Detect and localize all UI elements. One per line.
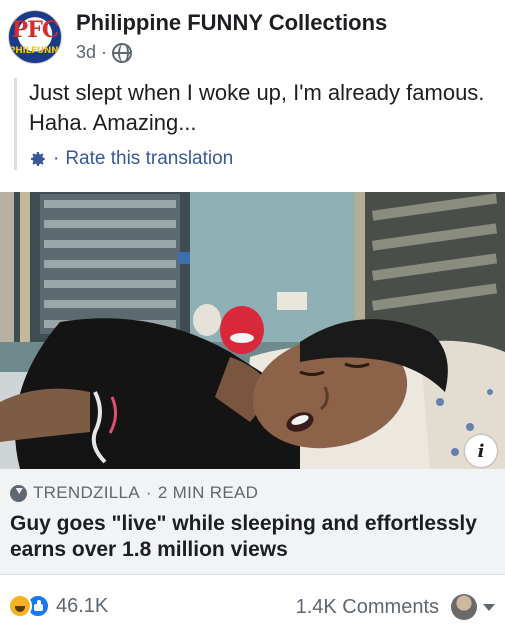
- chevron-down-icon[interactable]: [483, 604, 495, 611]
- post-time[interactable]: 3d: [76, 42, 96, 63]
- gear-icon[interactable]: [29, 150, 47, 168]
- lightning-icon: [10, 484, 27, 502]
- read-time: 2 MIN READ: [157, 483, 259, 502]
- page-name-link[interactable]: Philippine FUNNY Collections: [76, 10, 387, 36]
- post-meta: 3d ·: [76, 42, 133, 63]
- commenter-avatar[interactable]: [451, 594, 477, 620]
- link-preview-image[interactable]: i: [0, 192, 505, 469]
- link-source: TRENDZILLA: [33, 483, 140, 502]
- rate-translation-link[interactable]: Rate this translation: [65, 148, 233, 170]
- rate-translation-row: · Rate this translation: [29, 148, 494, 170]
- meta-separator: ·: [101, 42, 108, 62]
- source-separator: ·: [145, 483, 152, 502]
- avatar-monogram: PFC: [11, 17, 60, 43]
- reactions-summary[interactable]: 46.1K: [8, 594, 108, 618]
- link-source-row: TRENDZILLA · 2 MIN READ: [10, 483, 258, 503]
- info-button[interactable]: i: [465, 435, 497, 467]
- haha-icon: [8, 594, 32, 618]
- link-headline[interactable]: Guy goes "live" while sleeping and effor…: [10, 511, 500, 563]
- globe-icon: [112, 42, 133, 63]
- comments-count-link[interactable]: 1.4K Comments: [296, 596, 439, 619]
- reaction-count: 46.1K: [56, 594, 109, 617]
- translation-block: Just slept when I woke up, I'm already f…: [14, 78, 494, 170]
- link-preview-box[interactable]: TRENDZILLA · 2 MIN READ Guy goes "live" …: [0, 469, 505, 575]
- avatar-ring-text: PHILFUNNY: [9, 46, 62, 56]
- post-footer: 46.1K 1.4K Comments: [0, 586, 505, 630]
- sleeping-person-photo: [0, 192, 505, 469]
- rate-separator: ·: [53, 148, 60, 169]
- page-avatar[interactable]: PFC PHILFUNNY: [8, 10, 62, 64]
- post-header: PFC PHILFUNNY Philippine FUNNY Collectio…: [0, 0, 505, 72]
- post-text: Just slept when I woke up, I'm already f…: [29, 80, 485, 135]
